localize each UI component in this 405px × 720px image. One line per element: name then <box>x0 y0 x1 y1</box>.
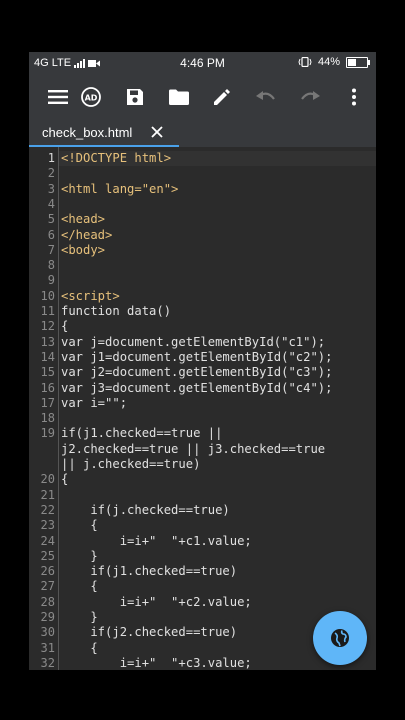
tab-label: check_box.html <box>42 125 133 140</box>
line-number: 5 <box>47 212 55 227</box>
line-number: 23 <box>40 518 55 533</box>
line-number: 12 <box>40 319 55 334</box>
vibrate-icon <box>298 57 312 67</box>
preview-button[interactable] <box>313 611 367 665</box>
line-number: 17 <box>40 395 55 410</box>
line-number: 26 <box>40 564 55 579</box>
code-line: var i=""; <box>61 395 128 410</box>
line-number: 22 <box>40 502 55 517</box>
line-number: 27 <box>40 579 55 594</box>
save-icon[interactable] <box>120 82 150 112</box>
code-line: </head> <box>61 227 113 242</box>
menu-icon[interactable] <box>43 82 73 112</box>
code-line: } <box>61 610 98 624</box>
code-line: <!DOCTYPE html> <box>61 151 172 165</box>
code-line: if(j1.checked==true) <box>61 564 238 579</box>
line-number: 6 <box>47 227 55 242</box>
tab-check-box-html[interactable]: check_box.html <box>29 118 179 147</box>
line-number: 30 <box>40 625 55 640</box>
line-number: 1 <box>47 151 55 165</box>
line-number: 2 <box>47 166 55 181</box>
status-right: 44% <box>298 56 370 68</box>
line-number: 29 <box>40 610 55 624</box>
code-line: if(j2.checked==true) <box>61 625 238 640</box>
line-number: 4 <box>47 196 55 211</box>
code-line: i=i+" "+c2.value; <box>61 594 252 609</box>
line-number: 24 <box>40 533 55 548</box>
code-line: var j2=document.getElementById("c3"); <box>61 365 333 380</box>
code-line: { <box>61 579 98 594</box>
edit-icon[interactable] <box>207 82 237 112</box>
code-line: } <box>61 548 98 563</box>
battery-icon <box>346 56 370 68</box>
code-line: <html lang="en"> <box>61 181 179 196</box>
gutter-divider <box>58 147 59 670</box>
line-number: 20 <box>40 472 55 487</box>
close-icon[interactable] <box>150 125 164 139</box>
code-line: { <box>61 518 98 533</box>
line-number: 14 <box>40 349 55 364</box>
code-line: var j1=document.getElementById("c2"); <box>61 349 333 364</box>
svg-text:AD: AD <box>85 94 98 103</box>
code-line: { <box>61 319 69 334</box>
tab-bar: check_box.html <box>29 118 376 147</box>
code-line: i=i+" "+c3.value; <box>61 655 252 670</box>
line-number: 31 <box>40 640 55 655</box>
code-line: i=i+" "+c1.value; <box>61 533 252 548</box>
line-number: 10 <box>40 288 55 303</box>
code-line: { <box>61 472 69 487</box>
undo-icon[interactable] <box>251 82 281 112</box>
code-editor[interactable]: 1 <!DOCTYPE html> 2 3 <html lang="en"> 4 5 <hea… <box>29 147 376 670</box>
code-line: if(j1.checked==true || <box>61 426 223 441</box>
code-line: if(j.checked==true) <box>61 502 230 517</box>
code-line: <body> <box>61 242 106 257</box>
code-line: var j3=document.getElementById("c4"); <box>61 380 333 395</box>
line-number: 28 <box>40 594 55 609</box>
line-number: 21 <box>40 487 55 502</box>
line-number: 16 <box>40 380 55 395</box>
code-line: <head> <box>61 212 106 227</box>
battery-percent: 44% <box>317 56 340 68</box>
code-line: function data() <box>61 304 172 318</box>
ad-icon[interactable]: AD <box>76 82 106 112</box>
toolbar: AD <box>29 76 376 118</box>
status-bar: 4G LTE 4:46 PM 44% <box>29 52 376 76</box>
code-line: var j=document.getElementById("c1"); <box>61 334 326 349</box>
more-vert-icon[interactable] <box>339 82 369 112</box>
line-number: 32 <box>40 655 55 670</box>
line-number: 3 <box>47 181 55 196</box>
line-number: 13 <box>40 334 55 349</box>
line-number: 19 <box>40 426 55 441</box>
folder-icon[interactable] <box>164 82 194 112</box>
code-line: j2.checked==true || j3.checked==true <box>61 441 326 456</box>
line-number: 18 <box>40 411 55 426</box>
line-number: 25 <box>40 548 55 563</box>
line-number: 9 <box>47 273 55 288</box>
code-line: || j.checked==true) <box>61 457 201 471</box>
globe-icon <box>331 629 349 647</box>
battery-fill <box>348 58 356 66</box>
line-number: 8 <box>47 258 55 273</box>
redo-icon[interactable] <box>295 82 325 112</box>
line-number: 11 <box>40 304 55 318</box>
code-line: <script> <box>61 288 120 303</box>
code-line: { <box>61 640 98 655</box>
app-screen: 4G LTE 4:46 PM 44% AD check_box.html 1 <… <box>29 52 376 670</box>
line-number: 15 <box>40 365 55 380</box>
line-number: 7 <box>47 242 55 257</box>
